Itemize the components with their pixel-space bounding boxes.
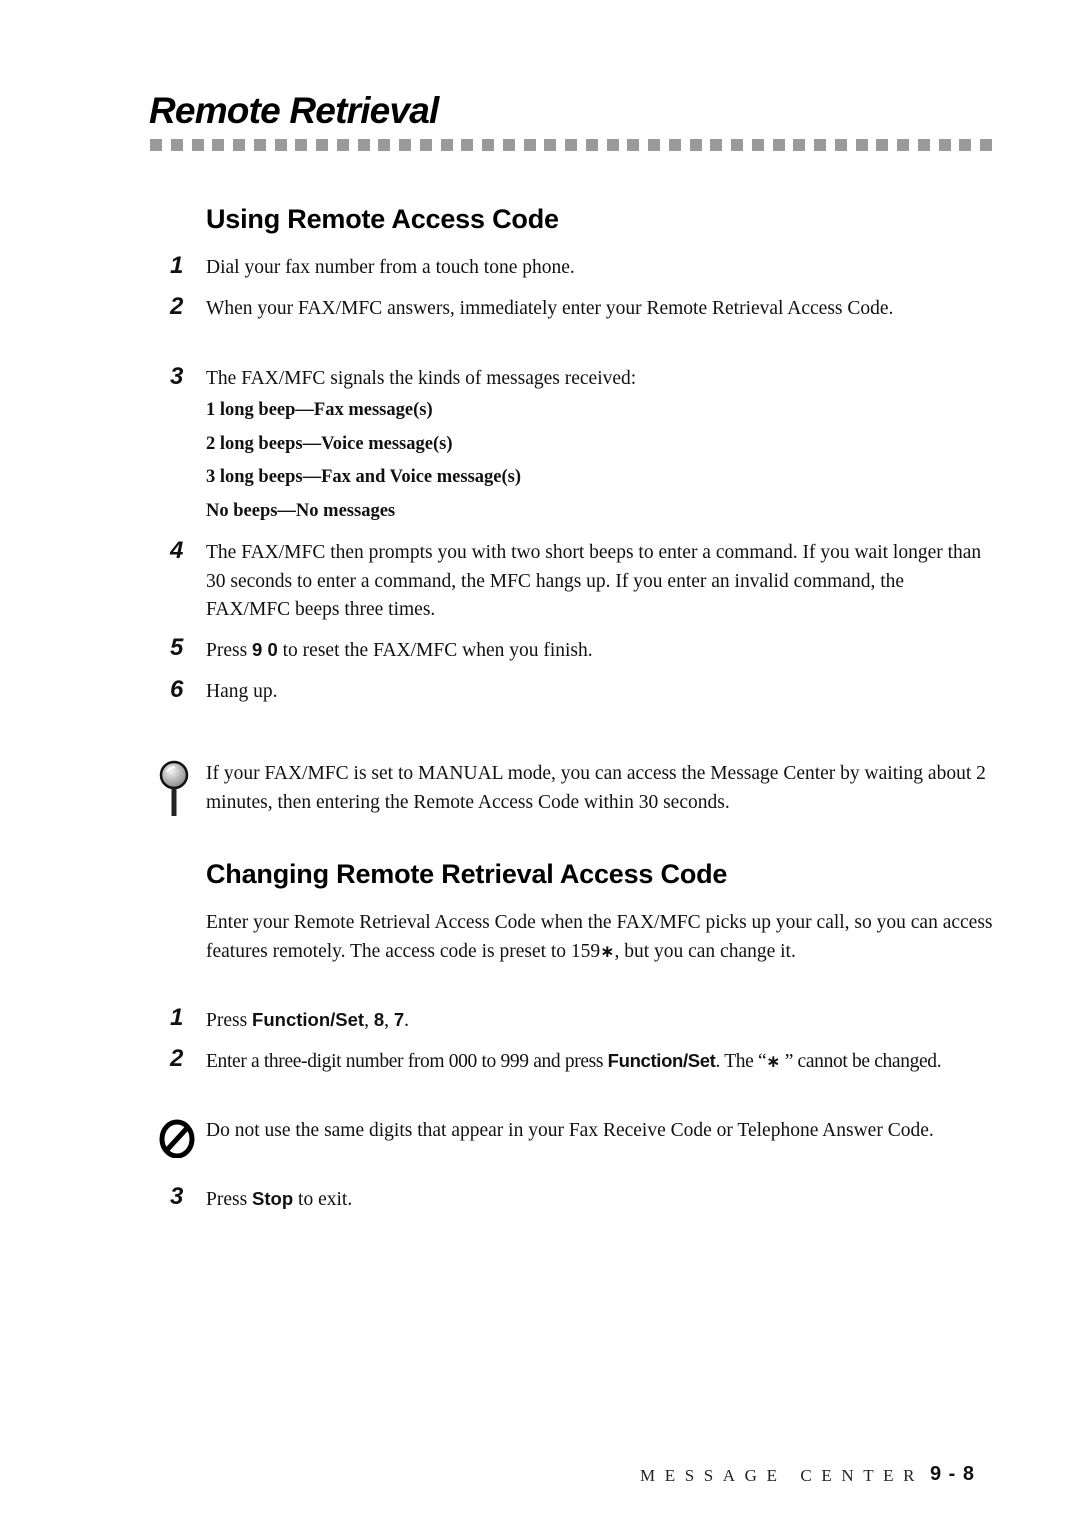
divider-square bbox=[544, 139, 557, 151]
divider-square bbox=[191, 139, 204, 151]
key-label: 8 bbox=[373, 1009, 385, 1030]
divider-square bbox=[336, 139, 349, 151]
divider-square bbox=[295, 139, 308, 151]
divider-square bbox=[606, 139, 619, 151]
divider-square bbox=[959, 139, 972, 151]
key-label: Function/Set bbox=[252, 1009, 365, 1030]
step-text: Enter a three-digit number from 000 to 9… bbox=[206, 1047, 996, 1077]
divider-square bbox=[793, 139, 806, 151]
key-label: 7 bbox=[393, 1009, 405, 1030]
step-text-part: , bbox=[364, 1010, 374, 1031]
step-number: 3 bbox=[170, 1183, 184, 1210]
step-number: 6 bbox=[170, 676, 184, 703]
step-number: 2 bbox=[170, 293, 184, 320]
divider-square bbox=[399, 139, 411, 151]
divider-square bbox=[834, 139, 847, 151]
step-number: 5 bbox=[170, 634, 184, 661]
tip-pushpin-icon bbox=[158, 760, 190, 818]
divider-square bbox=[710, 139, 723, 151]
intro-text-part: , but you can change it. bbox=[614, 940, 796, 962]
step-text-part: to exit. bbox=[293, 1189, 353, 1210]
divider-square bbox=[523, 139, 536, 151]
divider-square bbox=[357, 139, 370, 151]
step-text-part: Press bbox=[206, 1010, 253, 1031]
divider-square bbox=[440, 139, 453, 151]
divider-square bbox=[731, 139, 743, 151]
step-text-part: . bbox=[404, 1010, 410, 1031]
section-heading-changing-remote-retrieval-access-code: Changing Remote Retrieval Access Code bbox=[206, 859, 728, 889]
divider-square bbox=[751, 139, 764, 151]
page-number: 9 - 8 bbox=[930, 1463, 976, 1485]
step-text-part: Press bbox=[206, 640, 253, 661]
divider-square bbox=[668, 139, 681, 151]
title-divider bbox=[150, 139, 992, 151]
beep-signal-item: 1 long beep—Fax message(s) bbox=[206, 400, 433, 420]
star-key-symbol: ∗ bbox=[600, 941, 615, 962]
divider-square bbox=[855, 139, 868, 151]
step-number: 1 bbox=[170, 1004, 184, 1031]
step-text-part: to reset the FAX/MFC when you finish. bbox=[277, 640, 593, 661]
divider-square bbox=[461, 139, 474, 151]
step-text: The FAX/MFC signals the kinds of message… bbox=[206, 368, 637, 389]
divider-square bbox=[253, 139, 266, 151]
section-heading-using-remote-access-code: Using Remote Access Code bbox=[206, 204, 559, 234]
footer-section-label: MESSAGE CENTER bbox=[640, 1466, 925, 1485]
step-number: 1 bbox=[170, 252, 184, 279]
tip-text: If your FAX/MFC is set to MANUAL mode, y… bbox=[206, 763, 986, 813]
divider-square bbox=[482, 139, 494, 151]
step-text: Press Function/Set, 8, 7. bbox=[206, 1006, 996, 1036]
divider-square bbox=[233, 139, 245, 151]
step-text-part: Enter a three-digit number from 000 to 9… bbox=[206, 1051, 608, 1072]
key-label: 9 0 bbox=[252, 639, 278, 660]
divider-square bbox=[502, 139, 515, 151]
divider-square bbox=[316, 139, 328, 151]
divider-square bbox=[917, 139, 930, 151]
page-title: Remote Retrieval bbox=[149, 90, 439, 131]
step-text-part: ” cannot be changed. bbox=[780, 1051, 942, 1072]
key-label: Stop bbox=[252, 1188, 294, 1209]
step-text: The FAX/MFC then prompts you with two sh… bbox=[206, 542, 982, 620]
step-number: 3 bbox=[170, 363, 184, 390]
divider-square bbox=[585, 139, 598, 151]
step-text-part: . The “ bbox=[715, 1051, 767, 1072]
divider-square bbox=[814, 139, 826, 151]
step-text: Dial your fax number from a touch tone p… bbox=[206, 257, 575, 278]
divider-square bbox=[980, 139, 992, 151]
divider-square bbox=[170, 139, 183, 151]
divider-square bbox=[274, 139, 287, 151]
step-text: When your FAX/MFC answers, immediately e… bbox=[206, 298, 894, 319]
divider-square bbox=[378, 139, 391, 151]
section-intro-text: Enter your Remote Retrieval Access Code … bbox=[206, 909, 996, 966]
divider-square bbox=[648, 139, 660, 151]
divider-square bbox=[565, 139, 577, 151]
divider-square bbox=[689, 139, 702, 151]
divider-square bbox=[150, 139, 162, 151]
beep-signal-item: No beeps—No messages bbox=[206, 501, 396, 521]
star-key-symbol: ∗ bbox=[766, 1052, 781, 1072]
divider-square bbox=[772, 139, 785, 151]
step-text-part: , bbox=[384, 1010, 394, 1031]
divider-square bbox=[419, 139, 432, 151]
step-text: Hang up. bbox=[206, 681, 278, 702]
divider-square bbox=[897, 139, 909, 151]
beep-signal-item: 3 long beeps—Fax and Voice message(s) bbox=[206, 467, 522, 487]
divider-square bbox=[876, 139, 889, 151]
step-text: Press 9 0 to reset the FAX/MFC when you … bbox=[206, 636, 996, 666]
step-text-part: Press bbox=[206, 1189, 253, 1210]
step-number: 2 bbox=[170, 1045, 184, 1072]
step-text: Press Stop to exit. bbox=[206, 1185, 996, 1215]
prohibited-icon bbox=[158, 1118, 198, 1159]
divider-square bbox=[627, 139, 640, 151]
divider-square bbox=[212, 139, 225, 151]
caution-text: Do not use the same digits that appear i… bbox=[206, 1120, 934, 1141]
divider-square bbox=[938, 139, 951, 151]
step-number: 4 bbox=[170, 537, 184, 564]
beep-signal-item: 2 long beeps—Voice message(s) bbox=[206, 434, 453, 454]
key-label: Function/Set bbox=[607, 1050, 716, 1071]
